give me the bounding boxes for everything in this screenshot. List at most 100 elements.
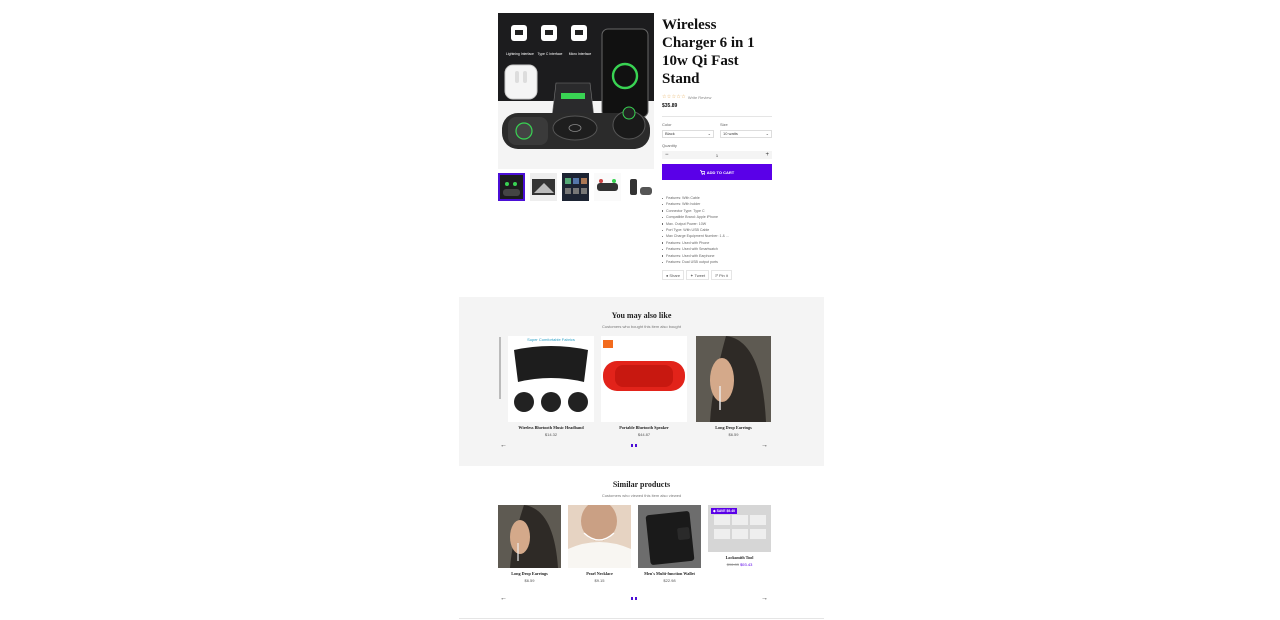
product-card-image [696, 336, 771, 422]
color-label: Color [662, 122, 672, 127]
section-subtitle: Customers who viewed this item also view… [601, 493, 682, 498]
product-card-price: $6.59 [728, 432, 739, 437]
arrow-left-icon[interactable]: ← [500, 595, 507, 602]
product-card-name[interactable]: Portable Bluetooth Speaker [601, 425, 687, 430]
carousel-dot[interactable] [635, 597, 637, 600]
options-row: Color Black ⌄ Size 10 watts ⌄ [662, 122, 772, 138]
thumbnail-5[interactable] [626, 173, 654, 201]
product-title: Wireless Charger 6 in 1 10w Qi Fast Stan… [662, 17, 755, 87]
size-select[interactable]: 10 watts ⌄ [720, 130, 772, 138]
arrow-left-icon[interactable]: ← [500, 442, 507, 449]
product-info: Wireless Charger 6 in 1 10w Qi Fast Stan… [662, 16, 772, 180]
carousel-dots [631, 597, 637, 600]
thumbnail-image [630, 179, 652, 195]
color-select[interactable]: Black ⌄ [662, 130, 714, 138]
share-buttons: ● Share ✦ Tweet ℙ Pin it [662, 270, 732, 280]
share-pinterest-button[interactable]: ℙ Pin it [711, 270, 732, 280]
size-label: Size [720, 122, 728, 127]
thumbnail-image [532, 179, 555, 195]
quantity-decrease-button[interactable]: − [665, 152, 669, 158]
carousel-dot[interactable] [631, 597, 633, 600]
earrings-illustration [510, 505, 558, 568]
product-card-price: $44.87 [637, 432, 651, 437]
chevron-down-icon: ⌄ [765, 131, 769, 136]
pin-label: Pin it [718, 272, 728, 278]
cart-icon [699, 169, 705, 175]
thumbnail-4[interactable] [594, 173, 621, 201]
carousel-dot[interactable] [635, 444, 637, 447]
section-subtitle: Customers who bought this item also boug… [602, 324, 681, 329]
product-card[interactable]: Men's Multi-function Wallet $22.98 [638, 505, 701, 583]
product-card-price: $93.43 [740, 562, 753, 567]
feature-list: Features: With Cable Features: With hold… [662, 195, 772, 265]
write-review-link[interactable]: Write Review [688, 95, 712, 100]
product-card[interactable]: Pearl Necklace $9.15 [568, 505, 631, 583]
star-rating-icon: ☆☆☆☆☆ [662, 94, 686, 100]
twitter-icon: ✦ [690, 272, 694, 278]
thumbnail-image [597, 179, 618, 191]
product-card-old-price: $96.83 [726, 562, 739, 567]
sale-badge: ◆ SAVE $9.40 [711, 508, 737, 514]
necklace-illustration [568, 505, 631, 568]
quantity-value[interactable]: 1 [716, 153, 718, 158]
thumbnail-image [503, 182, 520, 196]
thumbnail-3[interactable] [562, 173, 589, 201]
carousel-scrollbar[interactable] [499, 337, 501, 399]
product-card-image [638, 505, 701, 568]
product-card[interactable]: Long Drop Earrings $6.59 [498, 505, 561, 583]
size-value: 10 watts [723, 131, 738, 136]
quantity-label: Quantity [662, 143, 677, 148]
product-card-name[interactable]: Locksmith Tool [708, 555, 771, 560]
product-card-name[interactable]: Long Drop Earrings [696, 425, 771, 430]
section-title: Similar products [612, 480, 671, 489]
carousel-dot[interactable] [631, 444, 633, 447]
chevron-down-icon: ⌄ [707, 131, 711, 136]
arrow-right-icon[interactable]: → [761, 595, 768, 602]
arrow-right-icon[interactable]: → [761, 442, 768, 449]
product-card-image: ◆ SAVE $9.40 [708, 505, 771, 552]
sale-badge-label: SAVE $9.40 [716, 509, 735, 513]
wallet-illustration [645, 511, 695, 565]
product-card-price: $9.15 [594, 578, 605, 583]
product-price: $35.89 [662, 103, 678, 109]
color-value: Black [665, 131, 675, 136]
product-card-name[interactable]: Long Drop Earrings [498, 571, 561, 576]
product-card[interactable]: ◆ SAVE $9.40 Locksmith Tool $96.83 $93.4… [708, 505, 771, 567]
thumbnail-1[interactable] [498, 173, 525, 201]
product-card-price-row: $96.83 $93.43 [708, 562, 771, 567]
earrings-illustration [710, 336, 766, 422]
tag-icon: ◆ [713, 509, 716, 513]
product-card-price: $14.32 [544, 432, 558, 437]
share-twitter-button[interactable]: ✦ Tweet [686, 270, 710, 280]
product-card[interactable]: Long Drop Earrings $6.59 [696, 336, 771, 437]
product-card[interactable]: Portable Bluetooth Speaker $44.87 [601, 336, 687, 437]
footer-divider [459, 618, 824, 619]
size-option: Size 10 watts ⌄ [720, 122, 772, 138]
product-card-name[interactable]: Wireless Bluetooth Music Headband [508, 425, 594, 430]
product-card[interactable]: Super Comfortable Fabrics Wireless Bluet… [508, 336, 594, 437]
product-main-image[interactable]: Lightning Interface Type C Interface Mic… [498, 13, 654, 169]
product-card-image [498, 505, 561, 568]
charger-illustration [502, 25, 650, 149]
product-card-image [601, 336, 687, 422]
feature-item: Features: Dual USB output ports [662, 259, 772, 265]
add-to-cart-label: ADD TO CART [706, 169, 735, 175]
quantity-increase-button[interactable]: + [765, 152, 769, 158]
share-facebook-button[interactable]: ● Share [662, 270, 685, 280]
product-card-price: $22.98 [663, 578, 676, 583]
product-card-name[interactable]: Pearl Necklace [568, 571, 631, 576]
tweet-label: Tweet [694, 272, 706, 278]
product-card-image [568, 505, 631, 568]
add-to-cart-button[interactable]: ADD TO CART [662, 164, 772, 180]
share-label: Share [669, 272, 681, 278]
quantity-stepper: − 1 + [662, 151, 772, 159]
thumbnail-2[interactable] [530, 173, 557, 201]
thumbnail-strip [498, 173, 658, 201]
port-label-type-c: Type C Interface [537, 52, 563, 56]
you-may-also-like-section: You may also like Customers who bought t… [459, 297, 824, 466]
divider [662, 116, 772, 117]
product-card-name[interactable]: Men's Multi-function Wallet [638, 571, 701, 576]
pinterest-icon: ℙ [715, 272, 718, 278]
port-label-micro: Micro Interface [568, 52, 592, 56]
product-card-image: Super Comfortable Fabrics [508, 336, 594, 422]
